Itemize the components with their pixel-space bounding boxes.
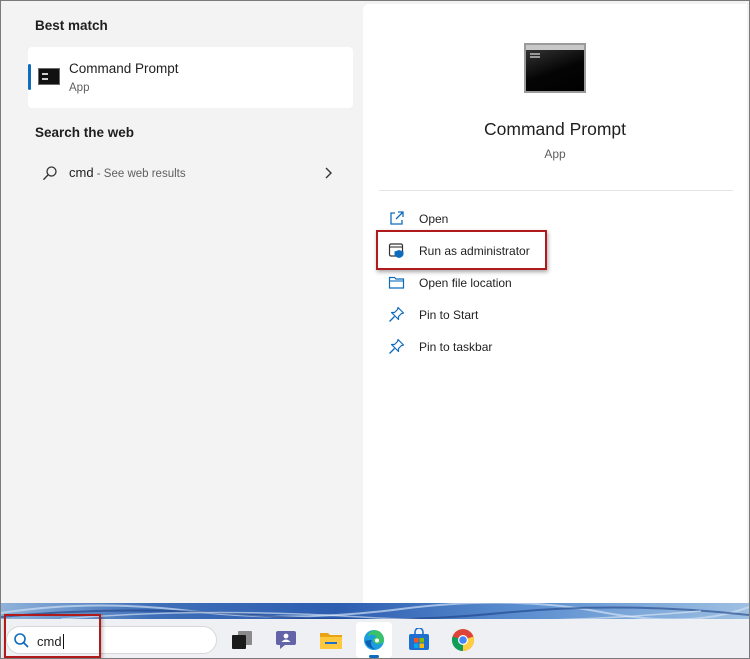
open-label: Open [419, 212, 449, 226]
task-view-icon[interactable] [230, 628, 254, 652]
pin-to-start-action[interactable]: Pin to Start [388, 303, 688, 327]
results-pane: Best match Command Prompt App Search the… [1, 1, 363, 603]
search-web-heading: Search the web [35, 125, 135, 140]
web-search-result[interactable]: cmd - See web results [28, 157, 353, 189]
selection-indicator [28, 64, 31, 90]
desktop-wallpaper [1, 603, 749, 619]
open-external-icon [390, 211, 404, 225]
command-prompt-icon [38, 68, 60, 85]
pin-to-taskbar-action[interactable]: Pin to taskbar [388, 335, 688, 359]
command-prompt-large-icon [524, 43, 586, 93]
chrome-icon[interactable] [451, 628, 475, 652]
store-icon[interactable] [407, 628, 431, 652]
edge-icon[interactable] [362, 628, 386, 652]
pin-icon [389, 306, 405, 322]
pin-to-start-label: Pin to Start [419, 308, 479, 322]
pin-to-taskbar-label: Pin to taskbar [419, 340, 493, 354]
open-file-location-label: Open file location [419, 276, 512, 290]
chevron-right-icon [325, 167, 332, 179]
web-query: cmd [69, 165, 94, 180]
icon-prompt [530, 53, 540, 55]
preview-title: Command Prompt [484, 119, 626, 139]
active-app-indicator [369, 655, 379, 658]
best-match-name: Command Prompt [69, 61, 179, 76]
taskbar: cmd [1, 619, 749, 658]
run-as-administrator-highlight [376, 230, 547, 270]
search-box-highlight [4, 614, 101, 658]
preview-subtitle: App [544, 147, 566, 161]
divider [379, 190, 733, 191]
search-icon [43, 166, 57, 180]
best-match-result[interactable]: Command Prompt App [28, 47, 353, 108]
preview-pane: Command Prompt App Open Run as administr… [363, 4, 747, 603]
best-match-type: App [69, 82, 90, 94]
icon-titlebar [526, 45, 584, 50]
web-result-text: cmd - See web results [69, 165, 186, 180]
open-action[interactable]: Open [388, 207, 688, 231]
web-hint: - See web results [93, 168, 186, 180]
open-file-location-action[interactable]: Open file location [388, 271, 688, 295]
folder-icon [388, 276, 405, 289]
file-explorer-icon[interactable] [319, 628, 343, 652]
pin-icon [389, 338, 405, 354]
start-search-window: Best match Command Prompt App Search the… [0, 0, 750, 659]
best-match-heading: Best match [35, 18, 108, 33]
chat-icon[interactable] [274, 628, 298, 652]
